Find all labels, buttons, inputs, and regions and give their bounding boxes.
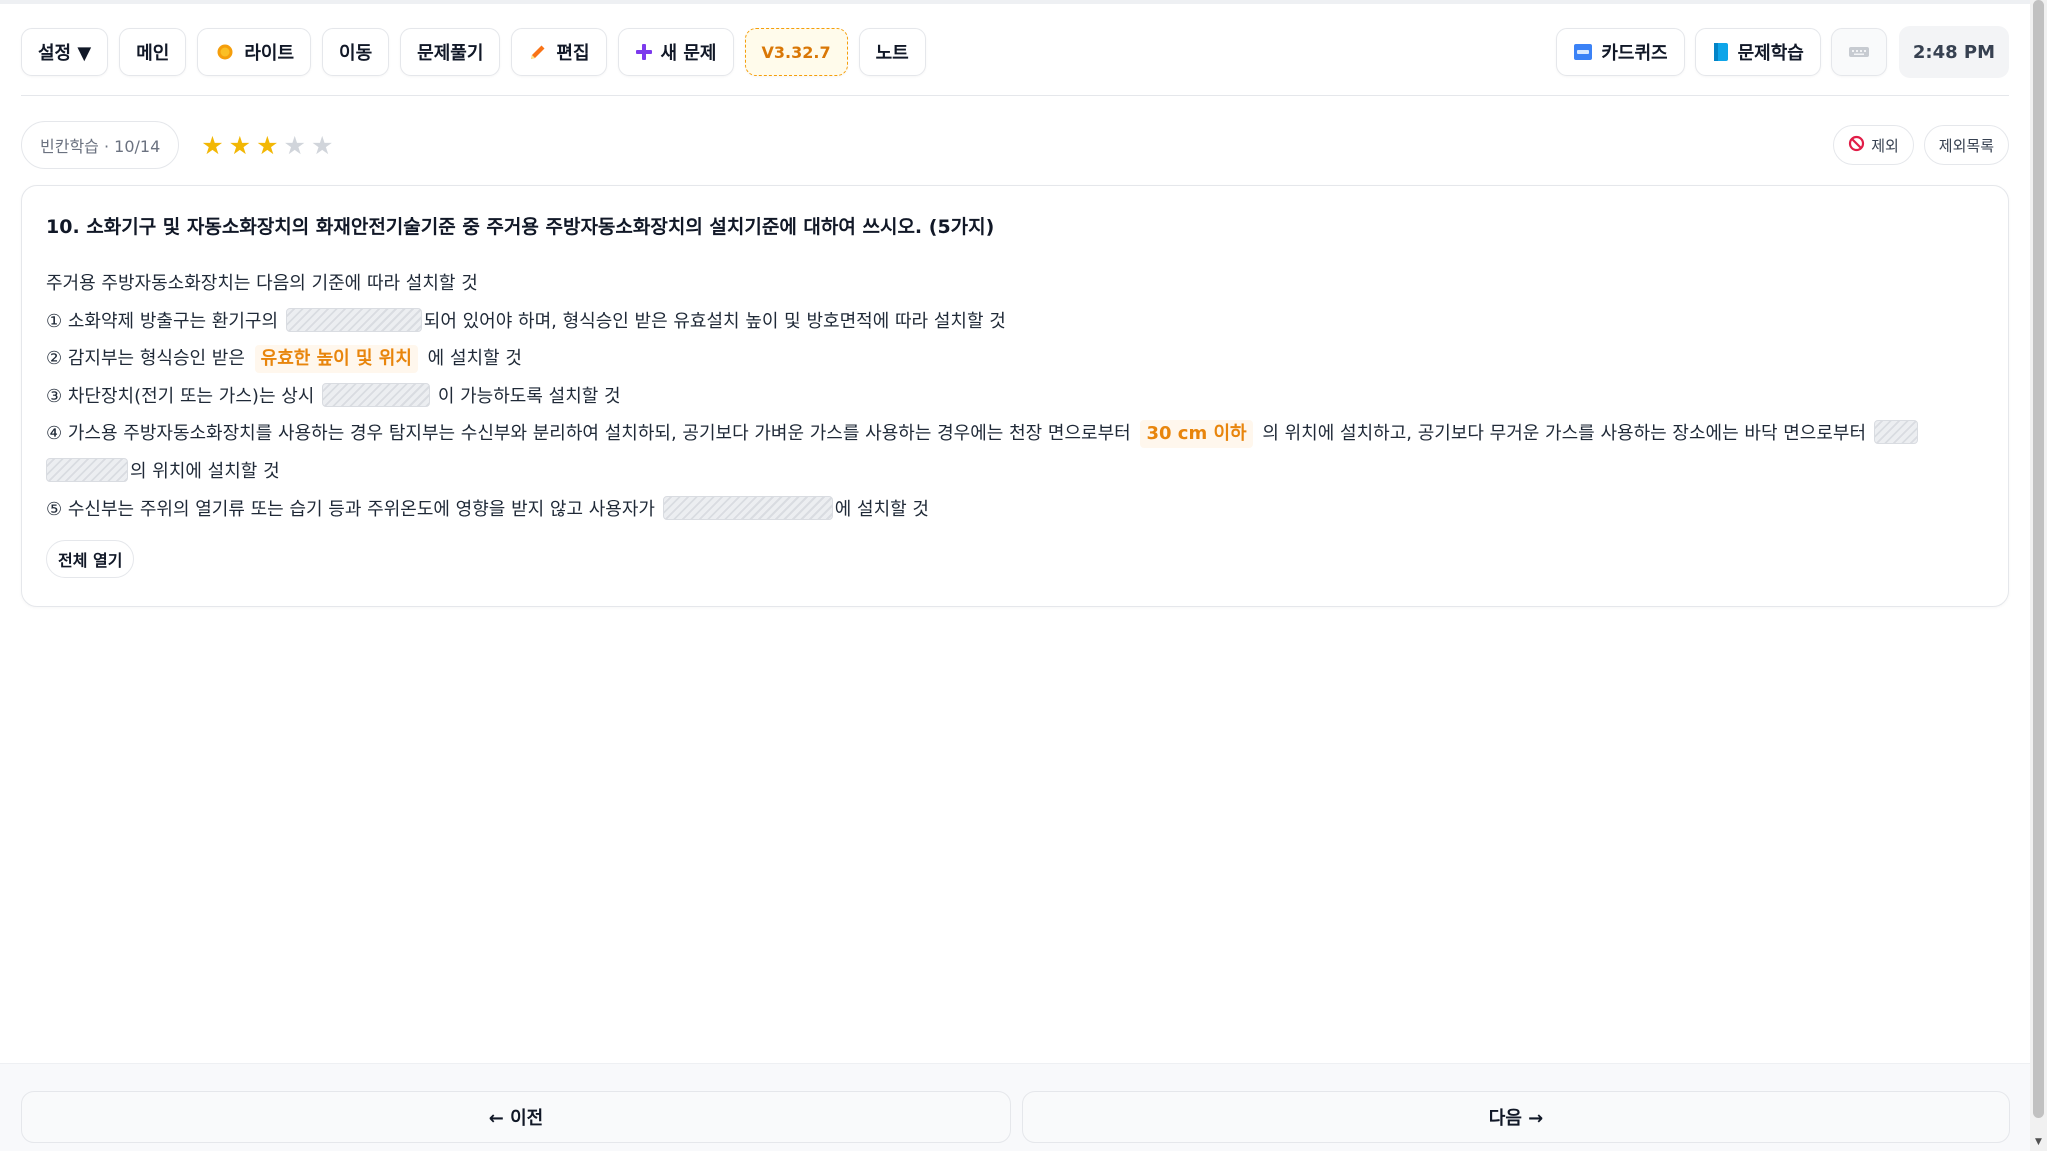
line-1-text-pre: ① 소화약제 방출구는 환기구의 — [46, 310, 279, 332]
solve-problems-label: 문제풀기 — [417, 43, 484, 64]
problem-study-label: 문제학습 — [1737, 43, 1804, 64]
exclude-button[interactable]: 제외 — [1833, 125, 1914, 165]
question-body: 주거용 주방자동소화장치는 다음의 기준에 따라 설치할 것 ① 소화약제 방출… — [46, 265, 1984, 528]
blank-3[interactable] — [322, 382, 431, 407]
new-problem-button[interactable]: 새 문제 — [617, 28, 734, 76]
top-toolbar: 설정 ▼ 메인 라이트 이동 문제풀기 편집 새 문제 V3.32.7 노트 카… — [21, 26, 2009, 78]
status-actions: 제외 제외목록 — [1833, 120, 2009, 170]
settings-button[interactable]: 설정 ▼ — [21, 28, 109, 76]
move-button[interactable]: 이동 — [322, 28, 390, 76]
blank-4b[interactable] — [46, 457, 128, 482]
scrollbar-thumb[interactable] — [2033, 0, 2044, 1118]
book-icon — [1712, 42, 1730, 62]
prev-button[interactable]: ← 이전 — [21, 1091, 1011, 1143]
settings-button-label: 설정 ▼ — [38, 43, 92, 64]
line-5-text-pre: ⑤ 수신부는 주위의 열기류 또는 습기 등과 주위온도에 영향을 받지 않고 … — [46, 498, 655, 520]
exclude-label: 제외 — [1871, 136, 1899, 155]
rating-stars: ★ ★ ★ ★ ★ — [201, 133, 333, 158]
abc-icon — [1573, 42, 1593, 62]
line-4-text-pre: ④ 가스용 주방자동소화장치를 사용하는 경우 탐지부는 수신부와 분리하여 설… — [46, 423, 1131, 445]
line-1-text-post: 되어 있어야 하며, 형식승인 받은 유효설치 높이 및 방호면적에 따라 설치… — [423, 310, 1006, 332]
main-button[interactable]: 메인 — [119, 28, 187, 76]
sun-icon — [214, 41, 236, 63]
blank-1[interactable] — [285, 307, 422, 332]
version-label: V3.32.7 — [761, 42, 831, 62]
line-5-text-post: 에 설치할 것 — [834, 498, 929, 520]
blank-4a[interactable] — [1873, 420, 1918, 445]
star-icon[interactable]: ★ — [256, 133, 278, 158]
toolbar-right-group: 카드퀴즈 문제학습 2:48 PM — [1546, 26, 2009, 78]
open-all-button[interactable]: 전체 열기 — [46, 540, 135, 579]
blank-5[interactable] — [662, 495, 833, 520]
answer-line-4: ④ 가스용 주방자동소화장치를 사용하는 경우 탐지부는 수신부와 분리하여 설… — [46, 415, 1984, 490]
plus-icon — [635, 43, 653, 61]
line-2-text-pre: ② 감지부는 형식승인 받은 — [46, 348, 245, 370]
status-row: 빈칸학습 · 10/14 ★ ★ ★ ★ ★ 제외 제외목록 — [21, 120, 2009, 170]
next-button-label: 다음 → — [1488, 1108, 1544, 1129]
card-quiz-button[interactable]: 카드퀴즈 — [1556, 28, 1685, 76]
pencil-icon — [528, 42, 548, 62]
answer-line-5: ⑤ 수신부는 주위의 열기류 또는 습기 등과 주위온도에 영향을 받지 않고 … — [46, 491, 1984, 529]
open-all-label: 전체 열기 — [58, 551, 123, 571]
clock-display: 2:48 PM — [1898, 26, 2009, 78]
answer-line-1: ① 소화약제 방출구는 환기구의 되어 있어야 하며, 형식승인 받은 유효설치… — [46, 303, 1984, 341]
mode-progress-label: 빈칸학습 · 10/14 — [40, 137, 161, 156]
keyboard-button[interactable] — [1830, 28, 1887, 76]
edit-button[interactable]: 편집 — [511, 28, 607, 76]
light-theme-button[interactable]: 라이트 — [197, 28, 312, 76]
next-button[interactable]: 다음 → — [1022, 1091, 2010, 1143]
version-badge[interactable]: V3.32.7 — [744, 28, 848, 76]
star-icon[interactable]: ★ — [284, 133, 306, 158]
exclude-list-button[interactable]: 제외목록 — [1923, 125, 2009, 165]
line-4-text-mid: 의 위치에 설치하고, 공기보다 무거운 가스를 사용하는 장소에는 바닥 면으… — [1262, 423, 1867, 445]
keyboard-icon — [1848, 45, 1870, 59]
scroll-down-arrow-icon[interactable]: ▼ — [2030, 1133, 2047, 1150]
card-quiz-label: 카드퀴즈 — [1601, 43, 1668, 64]
edit-button-label: 편집 — [556, 43, 590, 64]
star-icon[interactable]: ★ — [311, 133, 333, 158]
question-intro: 주거용 주방자동소화장치는 다음의 기준에 따라 설치할 것 — [46, 273, 478, 294]
answer-line-2: ② 감지부는 형식승인 받은 유효한 높이 및 위치 에 설치할 것 — [46, 340, 1984, 378]
exclude-list-label: 제외목록 — [1938, 136, 1994, 155]
solve-problems-button[interactable]: 문제풀기 — [400, 28, 501, 76]
prev-button-label: ← 이전 — [488, 1108, 544, 1129]
line-4-text-post: 의 위치에 설치할 것 — [130, 460, 280, 482]
mode-progress-pill: 빈칸학습 · 10/14 — [21, 121, 180, 169]
line-2-text-post: 에 설치할 것 — [427, 348, 522, 370]
line-3-text-pre: ③ 차단장치(전기 또는 가스)는 상시 — [46, 385, 315, 407]
move-button-label: 이동 — [339, 43, 373, 64]
revealed-answer-2[interactable]: 유효한 높이 및 위치 — [254, 345, 418, 374]
note-button[interactable]: 노트 — [858, 28, 926, 76]
question-title: 10. 소화기구 및 자동소화장치의 화재안전기술기준 중 주거용 주방자동소화… — [46, 216, 995, 238]
prohibited-icon — [1848, 135, 1865, 156]
clock-time: 2:48 PM — [1912, 41, 1995, 63]
bottom-navigation: ← 이전 다음 → — [0, 1063, 2030, 1151]
main-button-label: 메인 — [136, 43, 170, 64]
toolbar-divider — [21, 95, 2009, 96]
revealed-answer-4[interactable]: 30 cm 이하 — [1140, 420, 1253, 449]
vertical-scrollbar[interactable]: ▼ — [2030, 0, 2047, 1151]
note-button-label: 노트 — [875, 43, 909, 64]
star-icon[interactable]: ★ — [201, 133, 223, 158]
question-card: 10. 소화기구 및 자동소화장치의 화재안전기술기준 중 주거용 주방자동소화… — [21, 185, 2009, 607]
problem-study-button[interactable]: 문제학습 — [1694, 28, 1821, 76]
app-window: 설정 ▼ 메인 라이트 이동 문제풀기 편집 새 문제 V3.32.7 노트 카… — [0, 0, 2030, 1151]
new-problem-label: 새 문제 — [660, 43, 717, 64]
answer-line-3: ③ 차단장치(전기 또는 가스)는 상시 이 가능하도록 설치할 것 — [46, 378, 1984, 416]
line-3-text-post: 이 가능하도록 설치할 것 — [437, 385, 621, 407]
light-theme-label: 라이트 — [244, 43, 295, 64]
star-icon[interactable]: ★ — [229, 133, 251, 158]
